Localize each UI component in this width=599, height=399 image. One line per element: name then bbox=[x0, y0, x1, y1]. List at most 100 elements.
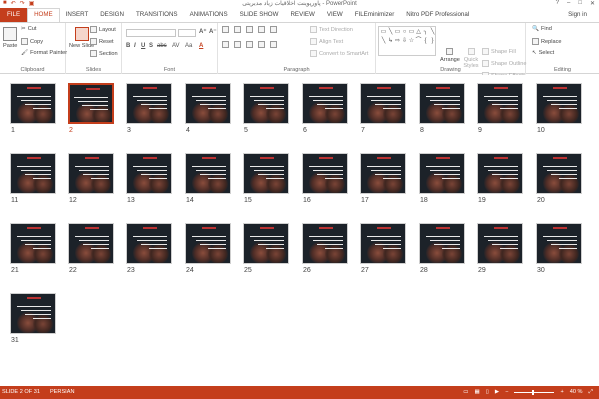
paste-button[interactable]: Paste bbox=[3, 27, 17, 49]
align-center-icon[interactable] bbox=[234, 41, 241, 48]
slide-sorter-view-icon[interactable]: ▦ bbox=[475, 386, 480, 399]
tab-file[interactable]: FILE bbox=[0, 8, 28, 22]
justify-icon[interactable] bbox=[258, 41, 265, 48]
shape-brace-icon[interactable]: { bbox=[422, 37, 429, 46]
slide-thumbnail[interactable] bbox=[243, 223, 289, 264]
language-indicator[interactable]: PERSIAN bbox=[50, 386, 75, 399]
align-right-icon[interactable] bbox=[246, 41, 253, 48]
text-direction-button[interactable]: Text Direction bbox=[310, 26, 353, 33]
slide-thumbnail[interactable] bbox=[419, 223, 465, 264]
tab-nitro-pdf[interactable]: Nitro PDF Professional bbox=[400, 8, 475, 22]
tab-view[interactable]: VIEW bbox=[321, 8, 349, 22]
quick-styles-button[interactable]: Quick Styles bbox=[460, 48, 482, 69]
shape-line-icon[interactable]: ╲ bbox=[380, 37, 387, 46]
change-case-button[interactable]: Aa bbox=[185, 43, 192, 49]
zoom-out-icon[interactable]: − bbox=[505, 386, 508, 399]
shape-triangle-icon[interactable]: △ bbox=[415, 28, 422, 37]
shape-oval-icon[interactable]: ○ bbox=[401, 28, 408, 37]
slide-thumbnail[interactable] bbox=[477, 153, 523, 194]
font-name-field[interactable] bbox=[126, 29, 176, 37]
slide-thumbnail[interactable] bbox=[302, 83, 348, 124]
tab-slide-show[interactable]: SLIDE SHOW bbox=[234, 8, 285, 22]
slide-thumbnail[interactable] bbox=[10, 293, 56, 334]
tab-insert[interactable]: INSERT bbox=[60, 8, 95, 22]
font-color-button[interactable]: A bbox=[199, 43, 203, 49]
minimize-icon[interactable]: – bbox=[567, 0, 570, 7]
font-size-field[interactable] bbox=[178, 29, 196, 37]
shape-rectangle-icon[interactable]: ▭ bbox=[394, 28, 401, 37]
slide-thumbnail[interactable] bbox=[185, 83, 231, 124]
decrease-indent-icon[interactable] bbox=[246, 26, 253, 33]
help-icon[interactable]: ? bbox=[556, 0, 559, 7]
slide-thumbnail[interactable] bbox=[10, 153, 56, 194]
shape-rectangle-icon[interactable]: ▭ bbox=[380, 28, 387, 37]
italic-button[interactable]: I bbox=[134, 43, 136, 49]
slide-thumbnail[interactable] bbox=[10, 223, 56, 264]
slide-thumbnail[interactable] bbox=[126, 153, 172, 194]
shape-bent-arrow-icon[interactable]: ↳ bbox=[387, 37, 394, 46]
reset-button[interactable]: Reset bbox=[90, 38, 114, 45]
slide-thumbnail[interactable] bbox=[302, 223, 348, 264]
shape-connector-icon[interactable]: ╮ bbox=[422, 28, 429, 37]
slide-thumbnail[interactable] bbox=[68, 153, 114, 194]
slide-thumbnail[interactable] bbox=[243, 153, 289, 194]
tab-animations[interactable]: ANIMATIONS bbox=[184, 8, 234, 22]
strikethrough-button[interactable]: abc bbox=[157, 43, 167, 49]
shape-arc-icon[interactable]: ⌒ bbox=[415, 37, 422, 46]
fit-to-window-icon[interactable]: ⤢ bbox=[589, 386, 593, 399]
slide-thumbnail[interactable] bbox=[68, 223, 114, 264]
zoom-level[interactable]: 40 % bbox=[570, 386, 583, 399]
align-text-button[interactable]: Align Text bbox=[310, 38, 343, 45]
bullets-icon[interactable] bbox=[222, 26, 229, 33]
slide-thumbnail[interactable] bbox=[10, 83, 56, 124]
shape-outline-button[interactable]: Shape Outline bbox=[482, 60, 526, 67]
normal-view-icon[interactable]: ▭ bbox=[463, 386, 468, 399]
shape-line-icon[interactable]: ╲ bbox=[387, 28, 394, 37]
shape-rectangle-icon[interactable]: ▭ bbox=[408, 28, 415, 37]
shape-brace-icon[interactable]: } bbox=[429, 37, 436, 46]
bold-button[interactable]: B bbox=[126, 43, 130, 49]
shape-star-icon[interactable]: ☆ bbox=[408, 37, 415, 46]
slide-thumbnail[interactable] bbox=[477, 223, 523, 264]
shadow-button[interactable]: S bbox=[149, 43, 153, 49]
grow-font-icon[interactable]: A⁺ bbox=[199, 28, 207, 35]
layout-button[interactable]: Layout bbox=[90, 26, 116, 33]
shrink-font-icon[interactable]: A⁻ bbox=[209, 28, 217, 35]
tab-transitions[interactable]: TRANSITIONS bbox=[130, 8, 184, 22]
underline-button[interactable]: U bbox=[141, 43, 145, 49]
slideshow-view-icon[interactable]: ▶ bbox=[495, 386, 499, 399]
tab-design[interactable]: DESIGN bbox=[94, 8, 130, 22]
slide-thumbnail[interactable] bbox=[68, 83, 114, 124]
reading-view-icon[interactable]: ▯ bbox=[486, 386, 489, 399]
zoom-in-icon[interactable]: + bbox=[560, 386, 563, 399]
slide-thumbnail[interactable] bbox=[536, 153, 582, 194]
tab-fileminimizer[interactable]: FILEminimizer bbox=[349, 8, 401, 22]
slide-thumbnail[interactable] bbox=[419, 153, 465, 194]
tab-review[interactable]: REVIEW bbox=[284, 8, 320, 22]
format-painter-button[interactable]: 🖌 Format Painter bbox=[21, 50, 67, 56]
slide-thumbnail[interactable] bbox=[360, 223, 406, 264]
arrange-button[interactable]: Arrange bbox=[440, 48, 460, 63]
slide-thumbnail[interactable] bbox=[126, 83, 172, 124]
slide-thumbnail[interactable] bbox=[360, 83, 406, 124]
line-spacing-icon[interactable] bbox=[270, 26, 277, 33]
slide-thumbnail[interactable] bbox=[126, 223, 172, 264]
slide-thumbnail[interactable] bbox=[243, 83, 289, 124]
zoom-slider[interactable] bbox=[514, 390, 555, 395]
slide-thumbnail[interactable] bbox=[419, 83, 465, 124]
columns-icon[interactable] bbox=[270, 41, 277, 48]
maximize-icon[interactable]: □ bbox=[578, 0, 582, 7]
select-button[interactable]: ↖ Select bbox=[532, 50, 554, 56]
sign-in-link[interactable]: Sign in bbox=[568, 8, 587, 22]
replace-button[interactable]: Replace bbox=[532, 38, 562, 45]
shapes-gallery[interactable]: ▭ ╲ ▭ ○ ▭ △ ╮ ╲ ╲ ↳ ⇨ ⇩ ☆ ⌒ { } bbox=[378, 26, 436, 56]
slide-thumbnail[interactable] bbox=[536, 83, 582, 124]
close-icon[interactable]: ✕ bbox=[590, 0, 595, 7]
slide-thumbnail[interactable] bbox=[360, 153, 406, 194]
slide-thumbnail[interactable] bbox=[477, 83, 523, 124]
shape-right-arrow-icon[interactable]: ⇨ bbox=[394, 37, 401, 46]
slide-thumbnail[interactable] bbox=[185, 153, 231, 194]
align-left-icon[interactable] bbox=[222, 41, 229, 48]
shape-fill-button[interactable]: Shape Fill bbox=[482, 48, 516, 55]
convert-smartart-button[interactable]: Convert to SmartArt bbox=[310, 50, 368, 57]
